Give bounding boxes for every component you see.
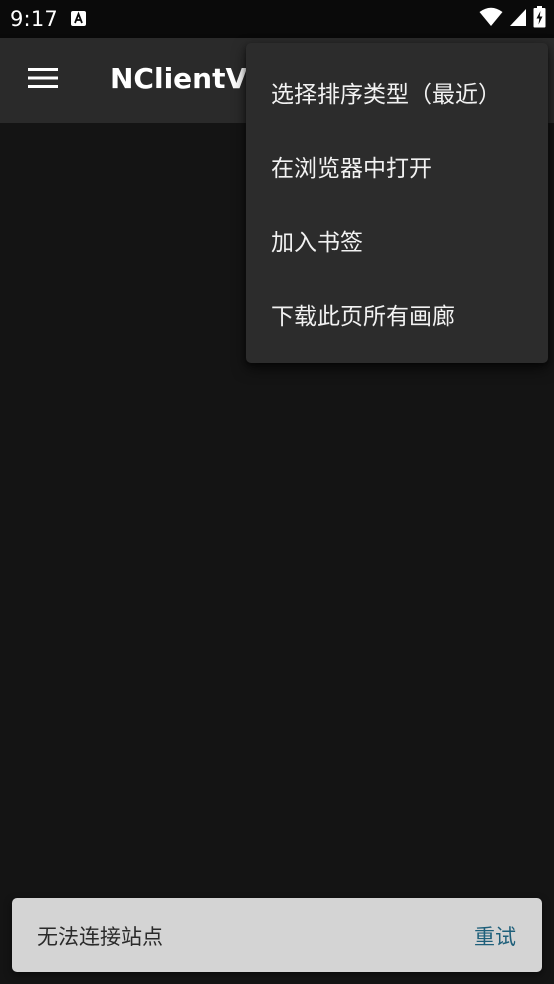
hamburger-menu-icon [28, 67, 58, 93]
snackbar: 无法连接站点 重试 [12, 898, 542, 972]
overflow-menu: 选择排序类型（最近） 在浏览器中打开 加入书签 下载此页所有画廊 [246, 43, 548, 363]
cell-signal-icon [509, 7, 527, 31]
wifi-icon [479, 7, 503, 31]
retry-button[interactable]: 重试 [474, 921, 516, 951]
status-bar: 9:17 [0, 0, 554, 38]
navigation-drawer-button[interactable] [16, 58, 70, 102]
status-time: 9:17 [10, 7, 58, 31]
battery-charging-icon [533, 6, 546, 32]
menu-item-open-in-browser[interactable]: 在浏览器中打开 [246, 129, 548, 203]
snackbar-message: 无法连接站点 [37, 925, 163, 949]
menu-item-sort-type[interactable]: 选择排序类型（最近） [246, 55, 548, 129]
status-icons [479, 6, 546, 32]
app-title: NClientV3 [110, 62, 267, 95]
menu-item-add-bookmark[interactable]: 加入书签 [246, 203, 548, 277]
menu-item-download-all[interactable]: 下载此页所有画廊 [246, 277, 548, 351]
a-notification-icon [71, 11, 86, 26]
